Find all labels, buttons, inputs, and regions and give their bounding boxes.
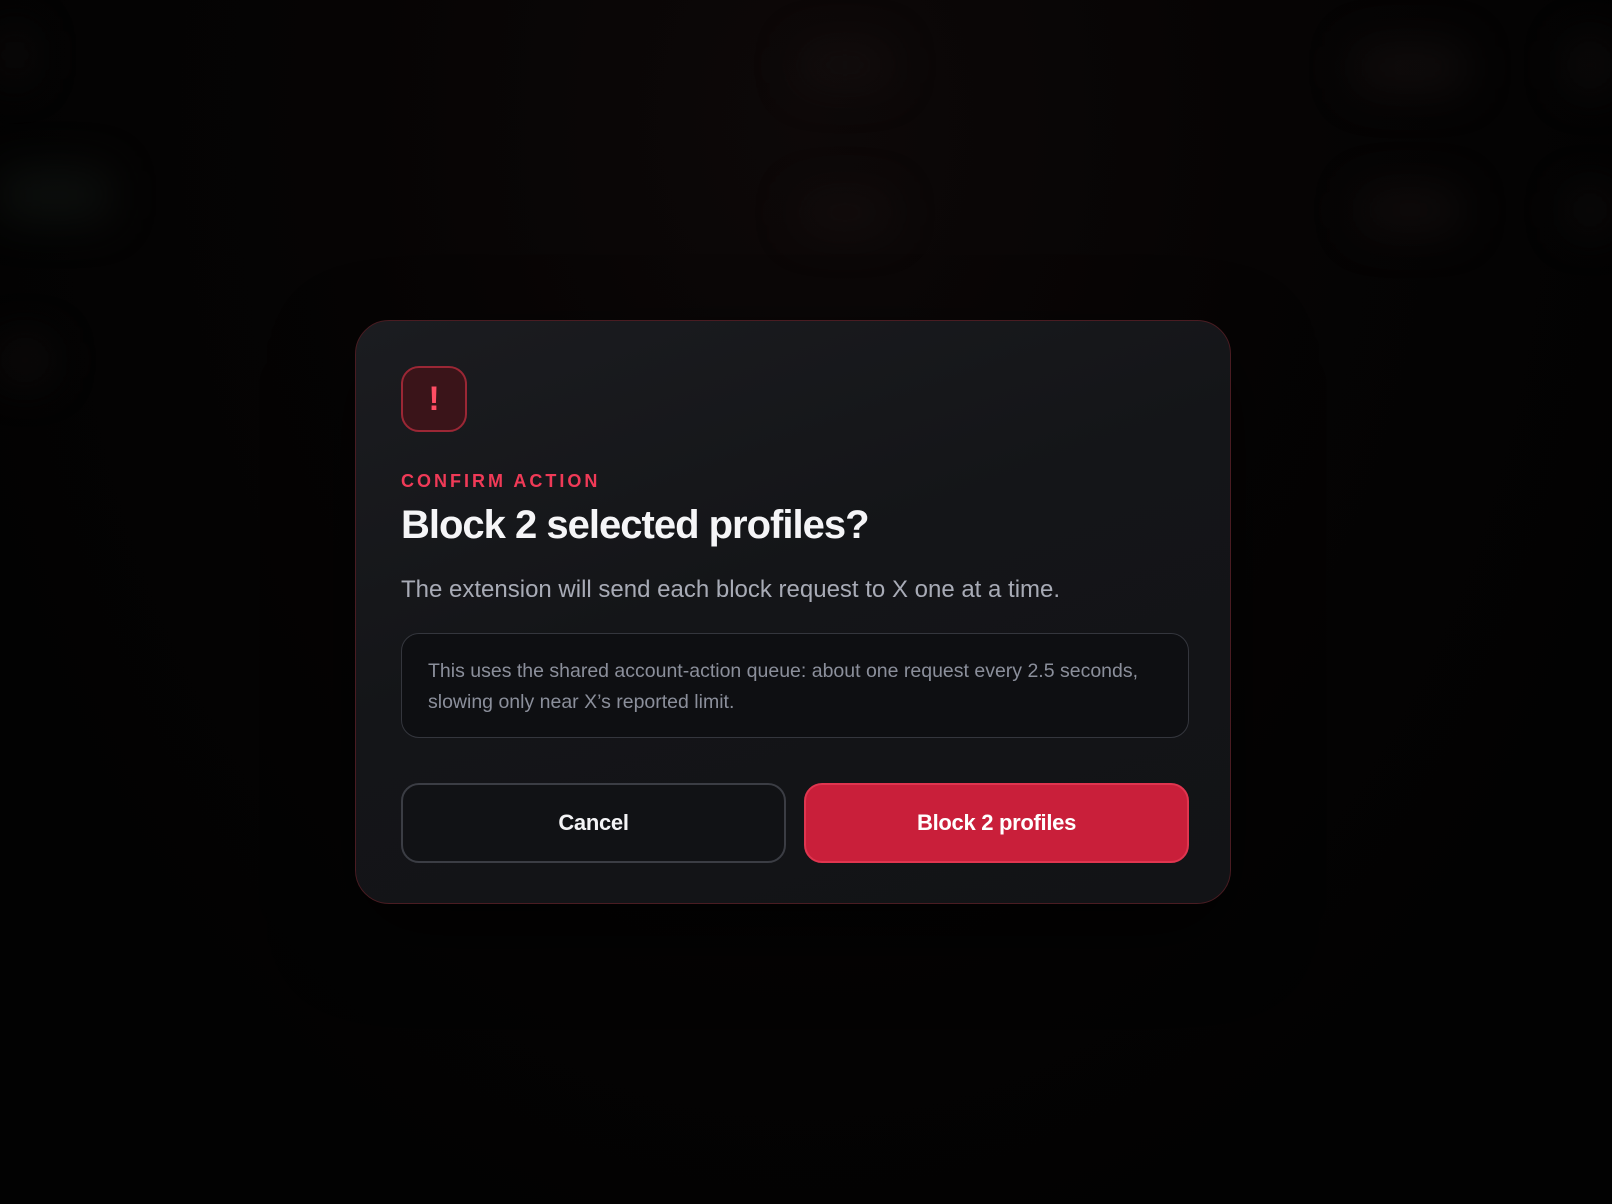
blurred-background-element	[800, 195, 890, 230]
blurred-background-element	[1355, 45, 1465, 90]
dialog-eyebrow: CONFIRM ACTION	[401, 471, 601, 491]
blurred-background-element	[0, 170, 110, 220]
blurred-background-element	[1570, 190, 1610, 230]
blurred-background-element	[0, 340, 50, 380]
blurred-background-element	[0, 30, 30, 80]
block-profiles-button[interactable]: Block 2 profiles	[804, 783, 1189, 863]
dialog-description: The extension will send each block reque…	[401, 576, 1061, 603]
confirm-block-dialog: ! CONFIRM ACTION Block 2 selected profil…	[355, 320, 1231, 904]
exclamation-icon: !	[401, 366, 467, 432]
dialog-title: Block 2 selected profiles?	[401, 503, 870, 547]
cancel-button[interactable]: Cancel	[401, 783, 786, 863]
blurred-background-element	[1360, 190, 1460, 230]
blurred-background-element	[800, 45, 890, 85]
blurred-background-element	[1570, 40, 1610, 90]
rate-limit-note: This uses the shared account-action queu…	[401, 633, 1189, 738]
